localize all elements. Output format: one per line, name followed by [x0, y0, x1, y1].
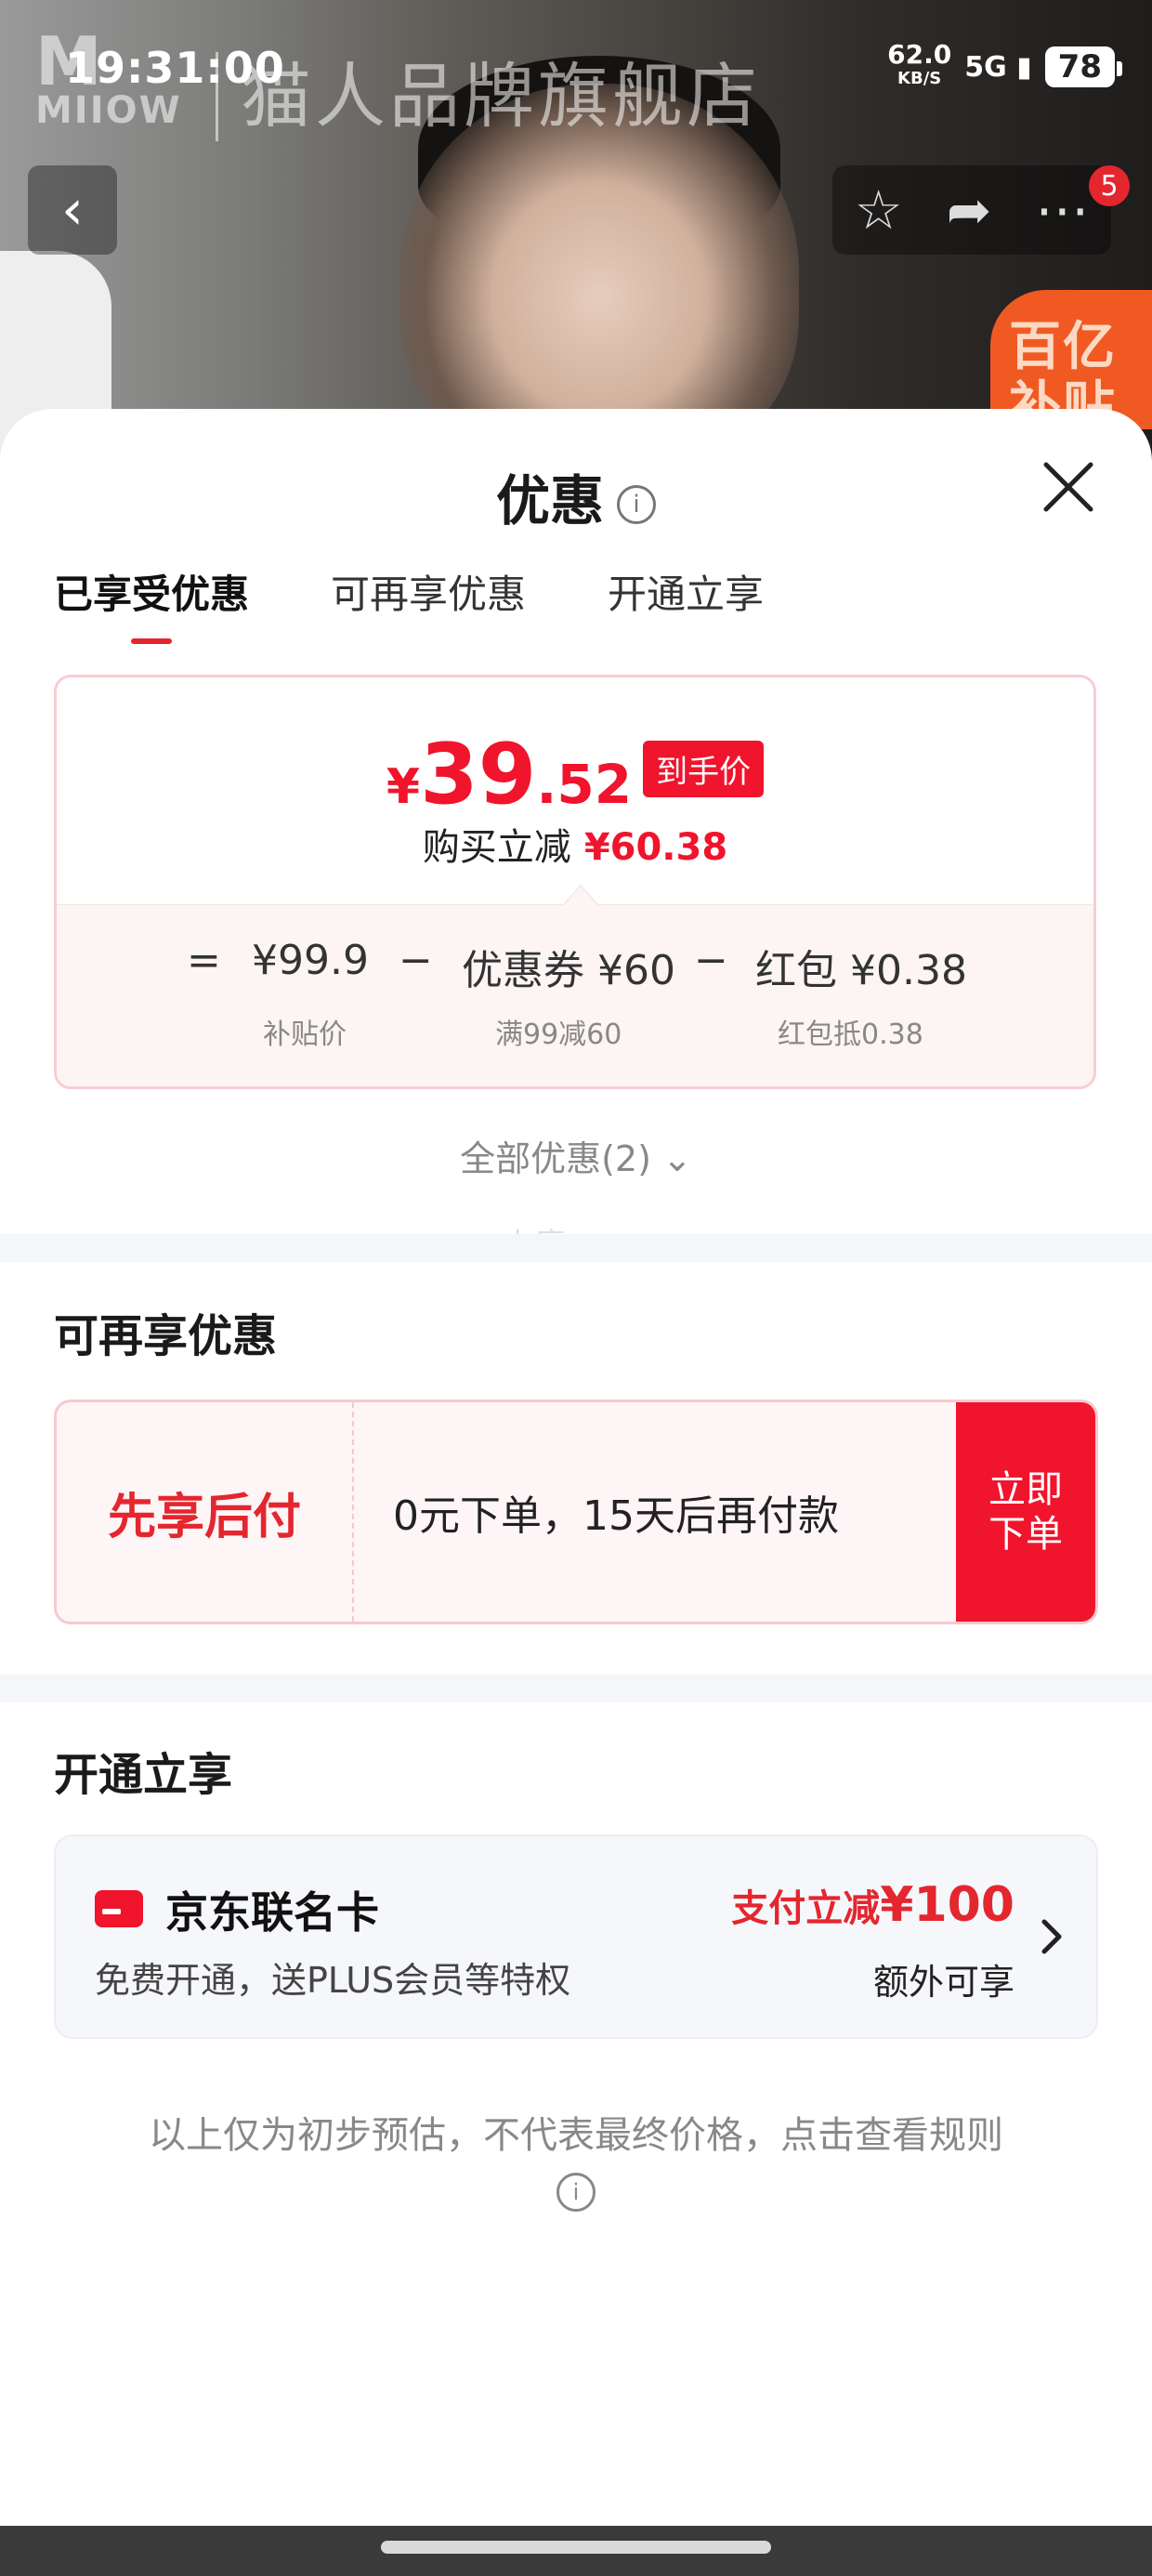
back-button[interactable]: ‹: [28, 165, 117, 255]
more-offers-title: 可再享优惠: [54, 1310, 278, 1362]
co-branded-card-offer[interactable]: 京东联名卡 免费开通，送PLUS会员等特权 支付立减¥100 额外可享: [54, 1834, 1098, 2039]
minus-sign: −: [399, 937, 433, 984]
message-badge: 5: [1089, 165, 1130, 206]
chevron-right-icon: [1041, 1919, 1062, 1954]
breakdown-subsidy-label: 补贴价: [263, 1019, 347, 1051]
header-actions: ☆ ➦ ⋯: [832, 165, 1111, 255]
card-description: 免费开通，送PLUS会员等特权: [95, 1960, 571, 2001]
store-name: 猫人品牌旗舰店: [216, 52, 761, 141]
price-integer: 39: [420, 726, 537, 823]
disclaimer-text: 以上仅为初步预估，不代表最终价格，点击查看规则: [149, 2114, 1003, 2157]
price-currency: ¥: [386, 759, 421, 815]
brand-logo-text: MIIOW: [35, 89, 182, 132]
price-summary: ¥39.52 到手价 购买立减 ¥60.38: [57, 677, 1093, 904]
battery-icon: 78: [1044, 46, 1123, 87]
home-indicator[interactable]: [381, 2541, 771, 2554]
credit-card-icon: [95, 1890, 143, 1927]
final-price: ¥39.52 到手价: [57, 726, 1093, 823]
breakdown-subsidy-price: ¥99.9: [252, 937, 369, 984]
card-promo: 支付立减¥100: [731, 1877, 1015, 1933]
price-card: ¥39.52 到手价 购买立减 ¥60.38 = ¥99.9 补贴价 − 优惠券 ¥…: [54, 675, 1096, 1089]
equals-sign: =: [187, 937, 221, 984]
sheet-title: 优惠 i: [0, 457, 1152, 535]
purchase-discount-amount: ¥60.38: [583, 826, 728, 869]
star-icon[interactable]: ☆: [855, 178, 903, 242]
purchase-discount-label: 购买立减: [422, 826, 571, 869]
purchase-discount: 购买立减 ¥60.38: [57, 817, 1093, 871]
network-speed-unit: KB/S: [897, 69, 942, 88]
network-speed: 62.0 KB/S: [887, 42, 951, 91]
status-bar-right: 62.0 KB/S 5G ▮ 78: [887, 42, 1123, 91]
final-price-tag: 到手价: [643, 741, 765, 797]
more-icon[interactable]: ⋯: [1035, 178, 1089, 242]
chevron-down-icon: ⌄: [662, 1138, 692, 1179]
sheet-title-text: 优惠: [495, 469, 604, 532]
card-promo-prefix: 支付立减: [731, 1887, 881, 1930]
buy-now-pay-later-card[interactable]: 先享后付 0元下单，15天后再付款 立即下单: [54, 1400, 1098, 1624]
tab-open-enjoy[interactable]: 开通立享: [608, 563, 764, 620]
battery-level: 78: [1057, 48, 1102, 85]
section-divider: [0, 1234, 1152, 1262]
offers-sheet: 优惠 i 已享受优惠 可再享优惠 开通立享 ¥39.52 到手价 购买立减 ¥60.3…: [0, 409, 1152, 2526]
card-extra: 额外可享: [872, 1962, 1015, 2003]
order-now-button[interactable]: 立即下单: [956, 1402, 1095, 1622]
minus-sign: −: [694, 937, 728, 984]
status-time: 19:31:00: [65, 43, 285, 93]
signal-label: 5G: [964, 50, 1007, 84]
order-now-label: 立即下单: [988, 1468, 1063, 1556]
section-divider: [0, 1675, 1152, 1702]
price-decimal: .52: [536, 753, 633, 816]
bnpl-description: 0元下单，15天后再付款: [393, 1492, 839, 1540]
card-name: 京东联名卡: [165, 1887, 379, 1938]
breakdown-red-packet-label: 红包抵0.38: [778, 1019, 923, 1051]
offer-tabs: 已享受优惠 可再享优惠 开通立享: [54, 563, 764, 644]
signal-icon: 5G ▮: [964, 51, 1031, 84]
chevron-left-icon: ‹: [61, 177, 84, 243]
all-offers-label: 全部优惠(2): [460, 1138, 651, 1179]
card-promo-amount: ¥100: [880, 1877, 1015, 1933]
signal-bars-icon: ▮: [1016, 50, 1032, 84]
open-enjoy-title: 开通立享: [54, 1749, 233, 1801]
bnpl-label: 先享后付: [57, 1402, 354, 1622]
network-speed-value: 62.0: [887, 39, 952, 70]
info-icon[interactable]: i: [617, 484, 656, 524]
close-icon[interactable]: [1039, 457, 1098, 517]
breakdown-coupon: 优惠券 ¥60: [462, 947, 675, 994]
price-disclaimer[interactable]: 以上仅为初步预估，不代表最终价格，点击查看规则 i: [0, 2109, 1152, 2214]
breakdown-coupon-label: 满99减60: [495, 1019, 622, 1051]
tab-enjoyed-offers[interactable]: 已享受优惠: [54, 563, 249, 644]
price-breakdown: = ¥99.9 补贴价 − 优惠券 ¥60 满99减60 − 红包 ¥0.38 …: [57, 885, 1093, 1086]
share-icon[interactable]: ➦: [947, 178, 992, 242]
tab-more-offers[interactable]: 可再享优惠: [331, 563, 526, 620]
breakdown-red-packet: 红包 ¥0.38: [755, 947, 967, 994]
all-offers-toggle[interactable]: 全部优惠(2) ⌄: [0, 1130, 1152, 1181]
info-icon[interactable]: i: [556, 2173, 596, 2212]
